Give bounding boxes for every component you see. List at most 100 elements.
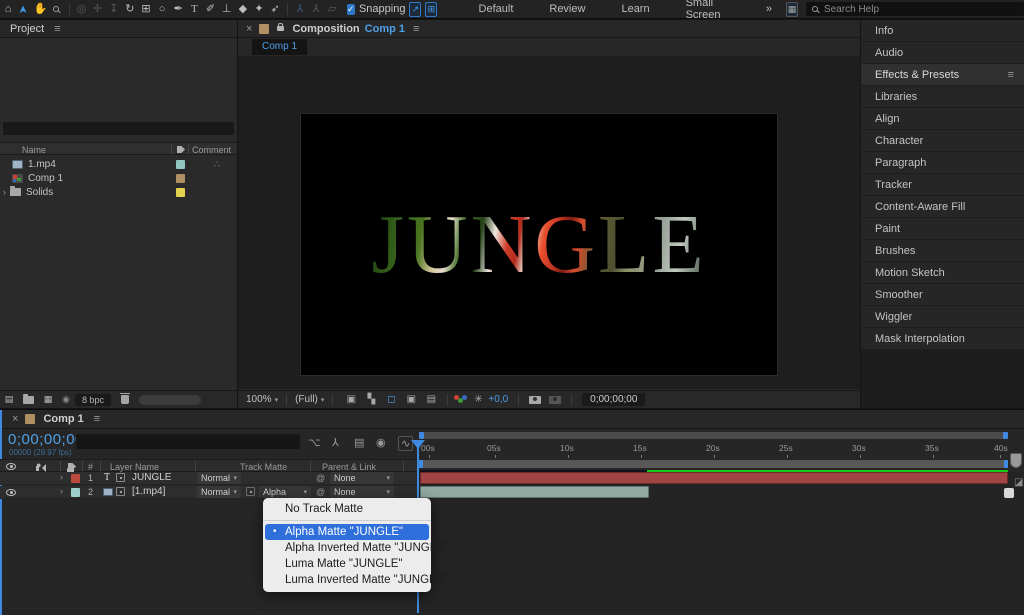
- work-area-bar[interactable]: [419, 460, 1008, 468]
- matte-toggle-icon[interactable]: [246, 487, 255, 496]
- parent-link-column[interactable]: Parent & Link: [322, 462, 376, 472]
- thumbnail-slider[interactable]: [139, 395, 201, 405]
- render-engine-icon[interactable]: ◉: [57, 390, 75, 409]
- panel-paint[interactable]: Paint: [861, 218, 1024, 239]
- workspace-tab-learn[interactable]: Learn: [603, 3, 667, 15]
- layer-label-swatch[interactable]: [71, 488, 80, 497]
- work-area-end-handle[interactable]: [1004, 460, 1008, 468]
- brush-tool-icon[interactable]: ✐: [202, 0, 218, 19]
- layer-bar-mp4[interactable]: [420, 486, 649, 498]
- label-swatch[interactable]: [176, 160, 185, 169]
- magnification-dropdown[interactable]: 100%: [246, 394, 272, 405]
- parent-dropdown[interactable]: None ▾: [330, 486, 394, 498]
- column-comment[interactable]: Comment: [192, 145, 231, 155]
- comp-marker-bin[interactable]: [1010, 453, 1022, 468]
- shape-tool-icon[interactable]: ○: [154, 0, 170, 19]
- workspace-tab-review[interactable]: Review: [531, 3, 603, 15]
- draft-3d-icon[interactable]: ⅄: [332, 436, 339, 449]
- rotation-tool-icon[interactable]: ↻: [122, 0, 138, 19]
- layer-row-jungle[interactable]: › 1 T JUNGLE Normal ▾ @ None ▾: [0, 472, 417, 485]
- selection-tool-icon[interactable]: ➤: [15, 1, 34, 17]
- color-depth-button[interactable]: 8 bpc: [75, 394, 111, 406]
- pickwhip-icon[interactable]: @: [316, 473, 325, 483]
- help-search-input[interactable]: [806, 2, 1024, 16]
- panel-wiggler[interactable]: Wiggler: [861, 306, 1024, 327]
- project-tab-label[interactable]: Project: [10, 23, 44, 35]
- menu-item-alpha-inverted-matte[interactable]: Alpha Inverted Matte "JUNGLE": [263, 540, 431, 556]
- orbit-camera-tool-icon[interactable]: ◎: [73, 0, 89, 19]
- trash-icon[interactable]: [121, 395, 129, 404]
- panel-brushes[interactable]: Brushes: [861, 240, 1024, 261]
- layer-name[interactable]: JUNGLE: [132, 472, 171, 483]
- timeline-search-input[interactable]: [76, 434, 300, 449]
- project-item-solids[interactable]: › Solids: [0, 185, 237, 199]
- panel-menu-icon[interactable]: ≡: [94, 413, 100, 425]
- project-item-comp[interactable]: Comp 1: [0, 171, 237, 185]
- panel-tracker[interactable]: Tracker: [861, 174, 1024, 195]
- visibility-eye-icon[interactable]: [6, 489, 16, 496]
- pickwhip-icon[interactable]: @: [316, 487, 325, 497]
- pan-behind-tool-icon[interactable]: ⊞: [138, 0, 154, 19]
- workspace-tab-small-screen[interactable]: Small Screen: [668, 0, 754, 21]
- menu-item-luma-matte[interactable]: Luma Matte "JUNGLE": [263, 556, 431, 572]
- close-icon[interactable]: ×: [12, 413, 18, 425]
- panel-mask-interpolation[interactable]: Mask Interpolation: [861, 328, 1024, 349]
- label-column-icon[interactable]: [68, 463, 76, 470]
- workspace-settings-icon[interactable]: ▦: [786, 2, 798, 17]
- type-tool-icon[interactable]: T: [186, 0, 202, 19]
- snapping-checkbox[interactable]: ✓: [347, 4, 355, 15]
- view-axis-mode-icon[interactable]: ▱: [324, 0, 340, 19]
- solo-column-icon[interactable]: ●: [36, 460, 41, 470]
- resolution-dropdown[interactable]: (Full): [295, 394, 318, 405]
- eraser-tool-icon[interactable]: ◆: [235, 0, 251, 19]
- panel-info[interactable]: Info: [861, 20, 1024, 41]
- dolly-camera-tool-icon[interactable]: ↧: [106, 0, 122, 19]
- workspace-overflow-chevron[interactable]: »: [766, 3, 772, 15]
- viewer-timecode[interactable]: 0;00;00;00: [582, 393, 645, 406]
- new-folder-icon[interactable]: [23, 396, 34, 404]
- active-comp-name[interactable]: Comp 1: [365, 23, 405, 35]
- guides-icon[interactable]: ▣: [401, 394, 421, 405]
- menu-item-no-track-matte[interactable]: No Track Matte: [263, 501, 431, 517]
- panel-menu-icon[interactable]: ≡: [413, 23, 419, 35]
- label-swatch[interactable]: [176, 174, 185, 183]
- interpret-footage-icon[interactable]: ▤: [0, 390, 18, 409]
- exposure-value[interactable]: +0,0: [488, 394, 508, 405]
- menu-item-luma-inverted-matte[interactable]: Luma Inverted Matte "JUNGLE": [263, 572, 431, 588]
- local-axis-mode-icon[interactable]: ⅄: [292, 0, 308, 19]
- scrollbar-right-cap[interactable]: [1003, 432, 1008, 439]
- zoom-tool-icon[interactable]: [48, 0, 64, 19]
- snap-features-icon[interactable]: ⊞: [425, 2, 437, 17]
- layer-name-column[interactable]: Layer Name: [110, 462, 159, 472]
- panel-content-aware-fill[interactable]: Content-Aware Fill: [861, 196, 1024, 217]
- scrollbar-left-cap[interactable]: [419, 432, 424, 439]
- snapshot-camera-icon[interactable]: [529, 396, 541, 404]
- composition-frame[interactable]: JUNGLE: [300, 113, 778, 376]
- panel-libraries[interactable]: Libraries: [861, 86, 1024, 107]
- puppet-pin-tool-icon[interactable]: ➶: [267, 0, 283, 19]
- project-search-input[interactable]: [3, 122, 234, 135]
- view-layout-icon[interactable]: ▤: [421, 394, 441, 405]
- column-name[interactable]: Name: [22, 145, 46, 155]
- work-area-start-handle[interactable]: [419, 460, 423, 468]
- hand-tool-icon[interactable]: ✋: [32, 0, 48, 19]
- parent-dropdown[interactable]: None ▾: [330, 472, 394, 484]
- clone-stamp-tool-icon[interactable]: ⊥: [219, 0, 235, 19]
- layer-label-swatch[interactable]: [71, 474, 80, 483]
- panel-audio[interactable]: Audio: [861, 42, 1024, 63]
- roto-brush-tool-icon[interactable]: ✦: [251, 0, 267, 19]
- mask-visibility-icon[interactable]: ◻: [381, 394, 401, 405]
- close-icon[interactable]: ×: [246, 23, 252, 35]
- video-column-eye-icon[interactable]: [6, 463, 16, 470]
- expand-arrow-icon[interactable]: ›: [60, 472, 63, 482]
- layer-number-column[interactable]: #: [88, 462, 93, 472]
- track-matte-column[interactable]: Track Matte: [240, 462, 287, 472]
- menu-item-alpha-matte[interactable]: • Alpha Matte "JUNGLE": [265, 524, 429, 540]
- expand-arrow-icon[interactable]: ›: [3, 187, 6, 197]
- layer-name[interactable]: [1.mp4]: [132, 486, 165, 497]
- mini-flowchart-icon[interactable]: ⌥: [308, 436, 321, 449]
- panel-smoother[interactable]: Smoother: [861, 284, 1024, 305]
- pen-tool-icon[interactable]: ✒: [170, 0, 186, 19]
- blend-mode-dropdown[interactable]: Normal ▾: [197, 472, 241, 484]
- new-composition-icon[interactable]: ▦: [39, 390, 57, 409]
